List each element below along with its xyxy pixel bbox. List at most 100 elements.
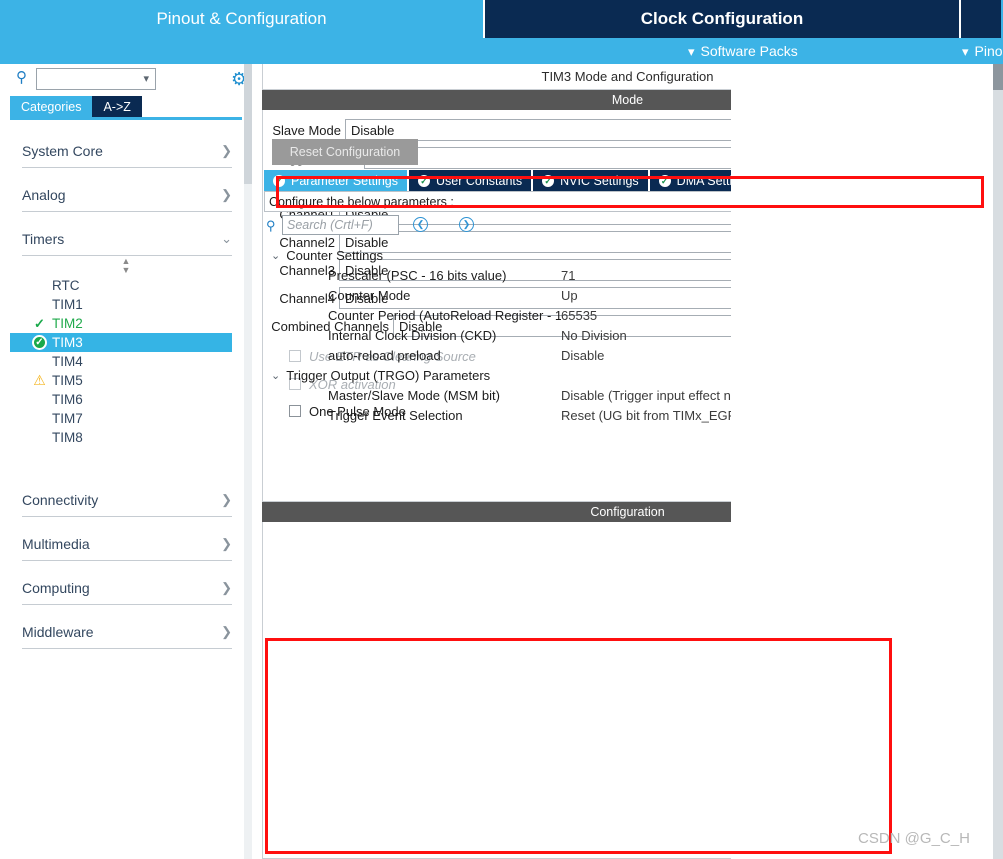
sidebar-item-tim1[interactable]: TIM1 — [10, 295, 232, 314]
chevron-down-icon: ▾ — [143, 72, 149, 85]
tab-nvic-settings[interactable]: ✓ NVIC Settings — [533, 170, 650, 191]
mode-section-label: Mode — [612, 93, 643, 107]
spacer — [0, 447, 252, 483]
main-scrollbar[interactable] — [993, 64, 1003, 859]
configuration-section-label: Configuration — [590, 505, 664, 519]
top-tab-bar: Pinout & Configuration Clock Configurati… — [0, 0, 1003, 38]
param-name: Master/Slave Mode (MSM bit) — [266, 388, 561, 403]
chevron-down-icon: ⌄ — [271, 249, 280, 262]
sidebar-item-tim4-label: TIM4 — [52, 352, 83, 371]
category-tree: System Core ❯ Analog ❯ Timers ⌄ ▲ ▼ RTC — [0, 124, 252, 649]
sidebar-item-tim8[interactable]: TIM8 — [10, 428, 232, 447]
chevron-down-icon: ⌄ — [221, 231, 232, 247]
sidebar-item-multimedia-label: Multimedia — [22, 536, 90, 552]
software-packs-menu[interactable]: ▾ Software Packs — [688, 38, 798, 64]
param-name: Trigger Event Selection — [266, 408, 561, 423]
chevron-right-icon: ❯ — [221, 624, 232, 640]
spinner-down-icon: ▼ — [122, 266, 131, 275]
search-icon: ⚲ — [266, 218, 276, 234]
right-filler — [731, 64, 993, 859]
chevron-right-icon: ❯ — [221, 536, 232, 552]
sidebar-item-tim8-label: TIM8 — [52, 428, 83, 447]
tab-categories[interactable]: Categories — [10, 96, 92, 117]
sidebar-item-timers[interactable]: Timers ⌄ — [22, 222, 232, 256]
tab-clock-configuration[interactable]: Clock Configuration — [485, 0, 961, 38]
tab-nvic-settings-label: NVIC Settings — [560, 174, 639, 188]
slave-mode-value: Disable — [351, 123, 394, 138]
spacer — [0, 605, 252, 615]
sidebar-item-tim2[interactable]: ✓ TIM2 — [10, 314, 232, 333]
sidebar-item-tim3-label: TIM3 — [52, 333, 83, 352]
check-icon: ✓ — [32, 316, 47, 331]
panel-divider — [252, 64, 262, 859]
check-circle-icon: ✓ — [659, 175, 671, 187]
spacer — [0, 212, 252, 222]
sidebar-item-multimedia[interactable]: Multimedia ❯ — [22, 527, 232, 561]
sidebar-item-timers-label: Timers — [22, 231, 64, 247]
search-prev-button[interactable]: ❮ — [413, 217, 428, 232]
tab-categories-label: Categories — [21, 100, 81, 114]
chevron-down-icon: ▾ — [962, 45, 969, 58]
sidebar-scrollbar-thumb[interactable] — [244, 64, 252, 184]
param-value: 71 — [561, 268, 575, 283]
component-sidebar: ⚲ ▾ ⚙ Categories A->Z System Core ❯ Anal — [0, 64, 252, 859]
search-icon: ⚲ — [16, 70, 32, 86]
param-value: 65535 — [561, 308, 597, 323]
sidebar-item-tim7[interactable]: TIM7 — [10, 409, 232, 428]
param-value: Up — [561, 288, 578, 303]
spacer — [0, 561, 252, 571]
param-name: Counter Period (AutoReload Register - 16… — [266, 308, 561, 323]
sidebar-item-connectivity[interactable]: Connectivity ❯ — [22, 483, 232, 517]
spacer — [0, 168, 252, 178]
sidebar-item-tim6[interactable]: TIM6 — [10, 390, 232, 409]
sidebar-item-analog[interactable]: Analog ❯ — [22, 178, 232, 212]
tab-parameter-settings[interactable]: ✓ Parameter Settings — [264, 170, 409, 191]
chevron-right-icon: ❯ — [221, 187, 232, 203]
sidebar-scrollbar[interactable] — [244, 64, 252, 859]
tab-user-constants[interactable]: ✓ User Constants — [409, 170, 533, 191]
tree-scroll-spinner[interactable]: ▲ ▼ — [0, 256, 252, 276]
pinout-menu[interactable]: ▾ Pino — [962, 38, 1003, 64]
tab-pinout-configuration-label: Pinout & Configuration — [156, 9, 326, 29]
chevron-right-icon: ❯ — [221, 580, 232, 596]
sidebar-item-computing[interactable]: Computing ❯ — [22, 571, 232, 605]
param-group-trigger-output-label: Trigger Output (TRGO) Parameters — [286, 368, 490, 383]
sidebar-item-rtc-label: RTC — [52, 276, 80, 295]
tab-user-constants-label: User Constants — [436, 174, 522, 188]
reset-configuration-button[interactable]: Reset Configuration — [272, 139, 418, 165]
tab-overflow[interactable] — [961, 0, 1001, 38]
chevron-right-icon: ❯ — [221, 143, 232, 159]
chevron-right-icon: ❯ — [221, 492, 232, 508]
check-circle-icon: ✓ — [32, 335, 47, 350]
sidebar-item-connectivity-label: Connectivity — [22, 492, 98, 508]
sidebar-item-tim4[interactable]: TIM4 — [10, 352, 232, 371]
sub-tool-bar: ▾ Software Packs ▾ Pino — [0, 38, 1003, 64]
search-next-button[interactable]: ❯ — [459, 217, 474, 232]
tab-a-to-z[interactable]: A->Z — [92, 96, 141, 117]
parameter-search-input[interactable]: Search (Crtl+F) — [282, 215, 399, 235]
sidebar-item-system-core-label: System Core — [22, 143, 103, 159]
tab-pinout-configuration[interactable]: Pinout & Configuration — [0, 0, 485, 38]
sidebar-search-row: ⚲ ▾ ⚙ — [0, 64, 252, 92]
param-value: Reset (UG bit from TIMx_EGR) — [561, 408, 741, 423]
sidebar-item-middleware[interactable]: Middleware ❯ — [22, 615, 232, 649]
page-title-label: TIM3 Mode and Configuration — [542, 69, 714, 84]
chevron-down-icon: ▾ — [688, 45, 695, 58]
spacer — [0, 517, 252, 527]
sidebar-item-tim5[interactable]: ⚠ TIM5 — [10, 371, 232, 390]
sidebar-item-rtc[interactable]: RTC — [10, 276, 232, 295]
sidebar-item-tim5-label: TIM5 — [52, 371, 83, 390]
cubemx-window: Pinout & Configuration Clock Configurati… — [0, 0, 1003, 859]
sidebar-item-system-core[interactable]: System Core ❯ — [22, 134, 232, 168]
main-scrollbar-thumb[interactable] — [993, 64, 1003, 90]
tab-a-to-z-label: A->Z — [103, 100, 130, 114]
tab-parameter-settings-label: Parameter Settings — [291, 174, 398, 188]
search-input[interactable]: ▾ — [36, 68, 156, 90]
pinout-menu-label: Pino — [975, 43, 1003, 59]
sidebar-item-tim3[interactable]: ✓ TIM3 — [10, 333, 232, 352]
warning-icon: ⚠ — [32, 373, 47, 388]
param-name: auto-reload preload — [266, 348, 561, 363]
parameter-search-placeholder: Search (Crtl+F) — [287, 218, 373, 232]
param-group-counter-settings-label: Counter Settings — [286, 248, 383, 263]
watermark: CSDN @G_C_H — [858, 830, 970, 847]
